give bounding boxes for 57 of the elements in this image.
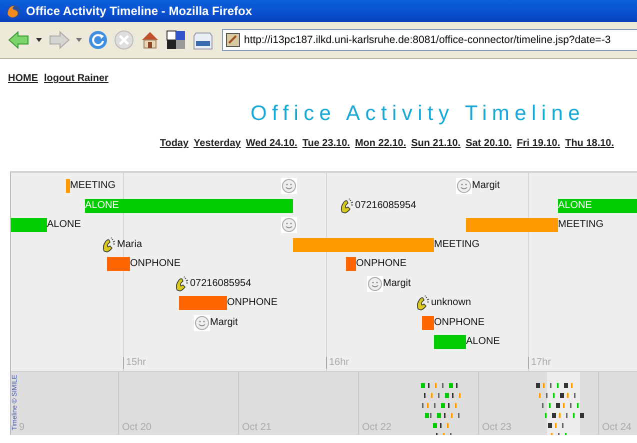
event-label: ONPHONE (356, 257, 407, 271)
event-label: MEETING (434, 238, 480, 252)
back-icon[interactable] (8, 30, 30, 50)
event-label: ONPHONE (434, 316, 485, 330)
hour-label: 17hr (528, 357, 552, 369)
event-bar[interactable] (293, 238, 434, 252)
event-label: Margit (210, 316, 238, 330)
date-link[interactable]: Sun 21.10. (411, 138, 461, 149)
event-label: 07216085954 (190, 276, 252, 290)
event-label: Maria (117, 238, 142, 252)
window-title: Office Activity Timeline - Mozilla Firefox (26, 4, 252, 18)
browser-logo-icon (6, 4, 21, 18)
home-icon[interactable] (140, 30, 160, 50)
bookmarks-icon[interactable] (166, 30, 186, 50)
stop-icon[interactable] (114, 30, 134, 50)
date-link[interactable]: Thu 18.10. (565, 138, 614, 149)
date-link[interactable]: Yesterday (194, 138, 241, 149)
event-label: ALONE (558, 198, 592, 212)
event-label: Margit (472, 179, 500, 193)
date-link[interactable]: Wed 24.10. (246, 138, 298, 149)
event-label: ALONE (47, 218, 81, 232)
smiley-icon[interactable] (367, 276, 383, 292)
event-bar[interactable] (85, 198, 293, 212)
date-link[interactable]: Today (160, 138, 189, 149)
event-label: 07216085954 (355, 198, 416, 212)
event-label: unknown (431, 296, 472, 310)
date-link[interactable]: Sat 20.10. (466, 138, 512, 149)
dropdown-icon[interactable] (36, 38, 42, 42)
event-label: ONPHONE (227, 296, 278, 310)
event-bar[interactable] (558, 198, 637, 212)
event-label: Margit (383, 276, 411, 290)
event-label: ONPHONE (130, 257, 181, 271)
hour-label: 15hr (123, 357, 146, 369)
smiley-icon[interactable] (456, 178, 472, 194)
forward-icon[interactable] (48, 30, 70, 50)
nav-link[interactable]: HOME (8, 73, 38, 84)
hour-label: 16hr (326, 357, 350, 369)
page-heading: Office Activity Timeline (250, 102, 585, 126)
page-icon (226, 33, 240, 47)
phone-icon[interactable] (101, 236, 117, 252)
address-field[interactable]: http://i13pc187.ilkd.uni-karlsruhe.de:8081/office-connector/timeline.jsp?date=-3 (222, 29, 637, 51)
date-link[interactable]: Mon 22.10. (354, 138, 406, 149)
smiley-icon[interactable] (281, 178, 297, 194)
phone-icon[interactable] (174, 276, 190, 292)
event-label: ALONE (466, 335, 500, 349)
date-link[interactable]: Tue 23.10. (302, 138, 350, 149)
date-link[interactable]: Fri 19.10. (516, 138, 560, 149)
smiley-icon[interactable] (194, 314, 210, 330)
phone-icon[interactable] (415, 295, 431, 311)
event-bar[interactable] (422, 316, 434, 330)
reload-icon[interactable] (88, 30, 108, 50)
smiley-icon[interactable] (281, 217, 297, 233)
event-label: ALONE (85, 198, 119, 212)
event-label: MEETING (70, 179, 116, 193)
nav-link[interactable]: logout Rainer (44, 73, 108, 84)
event-label: MEETING (558, 218, 604, 232)
phone-icon[interactable] (339, 198, 355, 214)
